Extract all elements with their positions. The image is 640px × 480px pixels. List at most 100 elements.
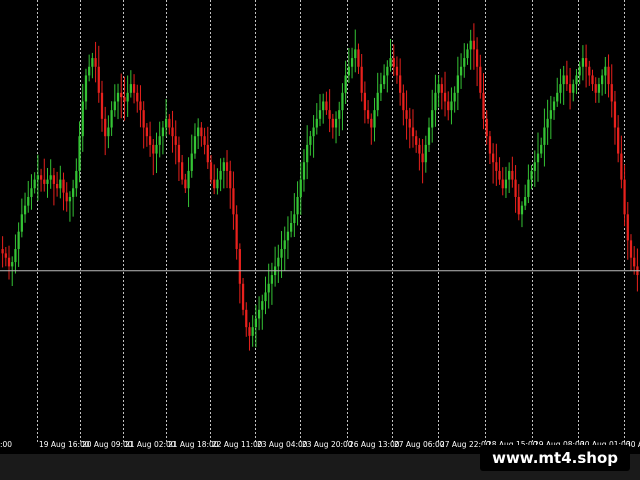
candle-body — [39, 175, 43, 180]
candle-body — [498, 170, 501, 180]
candle-body — [604, 66, 607, 76]
candle-body — [161, 127, 165, 137]
candle-body — [20, 214, 23, 232]
candle-body — [197, 127, 200, 137]
candle-body — [341, 92, 344, 111]
x-tick-label: 23 Aug 04:00 — [257, 440, 308, 449]
candle-body — [344, 75, 347, 93]
candle-body — [601, 75, 604, 85]
candle-body — [104, 118, 107, 137]
candle-body — [299, 179, 302, 197]
candle-body — [164, 118, 168, 128]
candle-body — [94, 58, 97, 67]
candle-body — [620, 153, 623, 180]
candle-body — [492, 153, 495, 163]
candle-body — [222, 162, 225, 171]
candle-body — [527, 179, 530, 197]
candle-body — [97, 66, 100, 93]
candle-body — [549, 110, 552, 119]
candle-body — [52, 175, 56, 184]
candle-body — [100, 92, 104, 119]
candle-body — [466, 49, 469, 59]
candle-body — [488, 136, 492, 154]
candle-body — [72, 188, 75, 197]
candle-body — [607, 66, 610, 85]
candle-body — [229, 170, 232, 189]
candle-body — [219, 170, 222, 180]
watermark: www.mt4.shop — [480, 445, 630, 471]
candle-body — [482, 92, 485, 119]
candle-body — [187, 170, 190, 189]
candle-body — [450, 101, 453, 111]
candle-body — [78, 136, 81, 171]
candle-body — [245, 309, 248, 328]
candle-body — [597, 84, 601, 93]
candle-body — [325, 101, 328, 111]
candle-body — [366, 110, 370, 119]
candle-body — [501, 179, 504, 189]
candle-body — [415, 136, 418, 145]
candle-body — [254, 318, 258, 328]
candle-body — [171, 127, 174, 137]
candle-body — [62, 179, 65, 193]
candle-body — [363, 92, 367, 111]
candle-body — [158, 136, 161, 145]
candle-body — [213, 179, 216, 189]
candle-body — [334, 118, 338, 128]
candle-body — [261, 301, 264, 310]
candle-body — [75, 170, 78, 189]
candle-body — [290, 223, 293, 232]
candle-body — [540, 144, 543, 154]
candle-body — [46, 179, 49, 184]
candlestick-chart: :00 19 Aug 16:0020 Aug 09:0021 Aug 02:002… — [0, 0, 640, 449]
candle-body — [209, 162, 213, 180]
candle-body — [479, 66, 482, 93]
candle-body — [148, 136, 152, 145]
candle-body — [575, 75, 578, 85]
grid-lines — [37, 0, 625, 442]
candle-body — [264, 292, 267, 302]
candle-body — [379, 84, 383, 93]
candle-body — [277, 257, 280, 267]
candle-body — [617, 127, 620, 154]
candle-body — [543, 127, 546, 145]
x-tick-label: :00 — [0, 440, 12, 449]
candle-body — [572, 84, 575, 93]
candle-body — [88, 66, 91, 76]
candle-body — [562, 75, 565, 85]
candle-body — [530, 170, 533, 180]
candle-body — [434, 92, 437, 111]
candle-body — [145, 127, 148, 137]
candle-body — [552, 101, 556, 111]
candle-body — [84, 75, 88, 102]
candle-body — [129, 84, 132, 93]
candle-body — [514, 179, 517, 197]
candle-body — [177, 144, 181, 163]
candle-body — [370, 118, 373, 128]
candle-body — [318, 110, 322, 119]
candle-body — [399, 75, 402, 93]
candle-body — [456, 75, 459, 93]
candle-body — [110, 110, 113, 128]
candle-body — [113, 101, 116, 111]
candle-body — [382, 75, 386, 85]
candle-body — [36, 175, 39, 180]
candle-body — [174, 136, 177, 145]
price-chart-area[interactable]: :00 19 Aug 16:00 20 Aug 09:00 21 Aug 02:00 2… — [0, 0, 640, 454]
candle-body — [55, 183, 59, 189]
candle-body — [27, 196, 30, 206]
candle-body — [440, 84, 443, 93]
candle-body — [116, 92, 120, 102]
candle-body — [568, 84, 572, 93]
x-tick-label: 22 Aug 11:00 — [212, 440, 263, 449]
candle-body — [424, 144, 427, 163]
candle-body — [559, 84, 562, 93]
candle-body — [302, 162, 306, 180]
candle-body — [168, 118, 171, 128]
candle-body — [315, 118, 318, 128]
candle-body — [181, 162, 184, 180]
candle-body — [389, 58, 392, 67]
candle-body — [136, 92, 139, 102]
candle-body — [241, 283, 245, 310]
candle-body — [350, 58, 354, 67]
